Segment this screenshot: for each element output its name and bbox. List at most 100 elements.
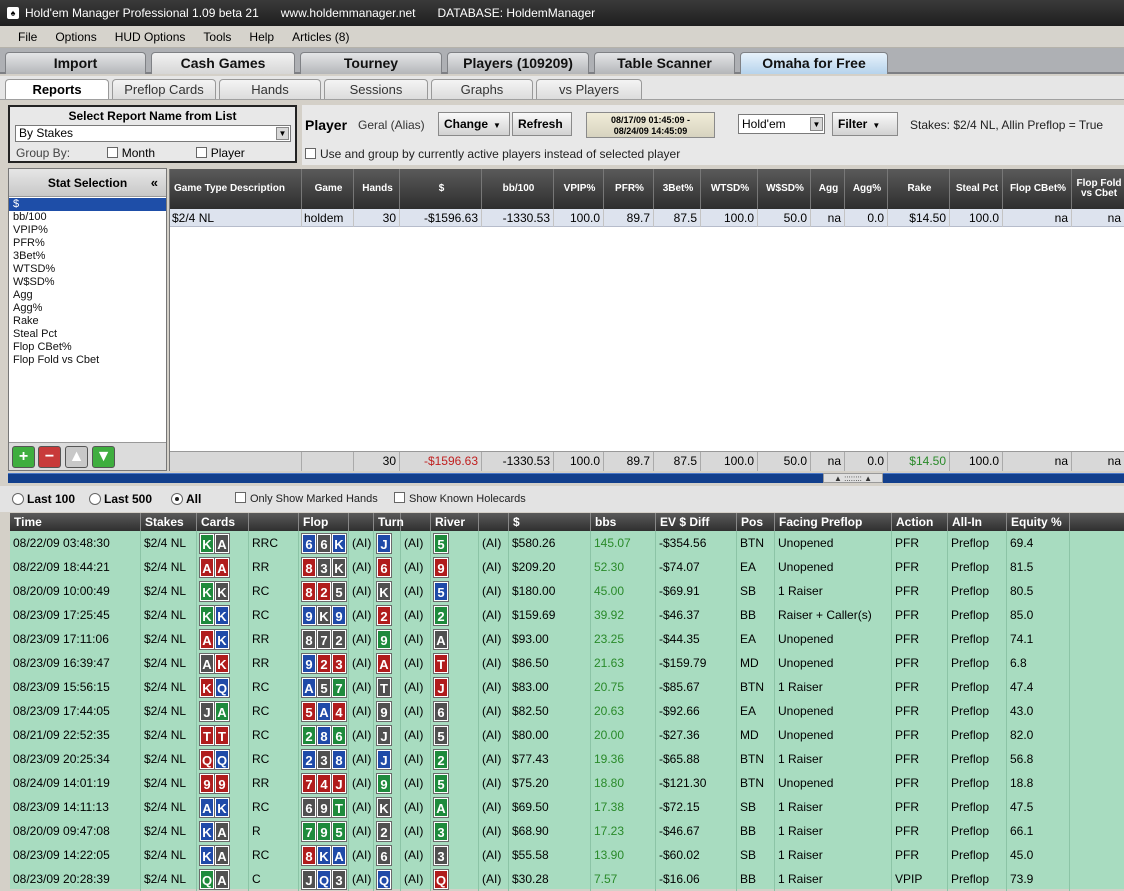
hands-col-ev-diff[interactable]: EV $ Diff — [656, 513, 737, 531]
hands-col-flop[interactable]: Flop — [299, 513, 349, 531]
table-row[interactable]: 08/23/09 15:56:15 $2/4 NL K Q RC A 5 7 (AI) T (AI)… — [10, 675, 1124, 699]
last-100-option[interactable]: Last 100 — [12, 492, 75, 506]
hands-col-action[interactable]: Action — [892, 513, 948, 531]
use-active-players-checkbox[interactable] — [305, 148, 316, 159]
table-row[interactable]: 08/23/09 17:11:06 $2/4 NL A K RR 8 7 2 (AI) 9 (AI)… — [10, 627, 1124, 651]
tab-sessions[interactable]: Sessions — [324, 79, 428, 99]
menu-options[interactable]: Options — [46, 30, 105, 44]
stat-item-steal-pct[interactable]: Steal Pct — [9, 328, 166, 341]
refresh-button[interactable]: Refresh — [512, 112, 572, 136]
report-col-hands[interactable]: Hands — [354, 169, 400, 209]
report-col-flop-cbetpct[interactable]: Flop CBet% — [1003, 169, 1072, 209]
change-player-button[interactable]: Change ▼ — [438, 112, 510, 136]
report-col-aggpct[interactable]: Agg% — [845, 169, 888, 209]
hands-col-time[interactable]: Time — [10, 513, 141, 531]
tab-cash-games[interactable]: Cash Games — [151, 52, 295, 74]
hands-col-flop-allin[interactable] — [349, 513, 374, 531]
report-col-wdollarsdpct[interactable]: W$SD% — [758, 169, 811, 209]
splitter-grip-icon[interactable]: ▲ :::::::: ▲ — [823, 473, 883, 483]
report-col-vpippct[interactable]: VPIP% — [554, 169, 604, 209]
known-holecards-checkbox[interactable] — [394, 492, 405, 503]
stat-item-pfrpct[interactable]: PFR% — [9, 237, 166, 250]
hands-col-stakes[interactable]: Stakes — [141, 513, 197, 531]
table-row[interactable]: 08/22/09 03:48:30 $2/4 NL K A RRC 6 6 K (AI) J (AI… — [10, 531, 1124, 555]
move-up-icon[interactable]: ▲ — [65, 446, 88, 468]
hands-col-equity[interactable]: Equity % — [1007, 513, 1070, 531]
stat-item-vpippct[interactable]: VPIP% — [9, 224, 166, 237]
stat-item-rake[interactable]: Rake — [9, 315, 166, 328]
stat-item-dollar[interactable]: $ — [9, 198, 166, 211]
hands-col-river[interactable]: River — [431, 513, 479, 531]
hands-col-won[interactable]: $ — [509, 513, 591, 531]
hands-col-river-allin[interactable] — [479, 513, 509, 531]
report-col-dollar[interactable]: $ — [400, 169, 482, 209]
stat-item-wdollarsdpct[interactable]: W$SD% — [9, 276, 166, 289]
stat-item-flop-fold-vs-cbet[interactable]: Flop Fold vs Cbet — [9, 354, 166, 367]
tab-graphs[interactable]: Graphs — [431, 79, 533, 99]
report-name-dropdown[interactable]: By Stakes ▼ — [15, 125, 291, 142]
hands-col-all-in[interactable]: All-In — [948, 513, 1007, 531]
filter-button[interactable]: Filter ▼ — [832, 112, 898, 136]
tab-tourney[interactable]: Tourney — [300, 52, 442, 74]
report-col-steal-pct[interactable]: Steal Pct — [950, 169, 1003, 209]
chevron-down-icon[interactable]: ▼ — [810, 117, 823, 131]
group-player-checkbox[interactable] — [195, 147, 207, 158]
group-month-checkbox[interactable] — [106, 147, 118, 158]
tab-vs-players[interactable]: vs Players — [536, 79, 642, 99]
table-row[interactable]: 08/22/09 18:44:21 $2/4 NL A A RR 8 3 K (AI) 6 (AI)… — [10, 555, 1124, 579]
game-type-dropdown[interactable]: Hold'em ▼ — [738, 114, 825, 134]
hands-col-turn[interactable]: Turn — [374, 513, 404, 531]
report-col-pfrpct[interactable]: PFR% — [604, 169, 654, 209]
hands-col-facing-preflop[interactable]: Facing Preflop — [775, 513, 892, 531]
table-row[interactable]: 08/23/09 20:28:39 $2/4 NL Q A C J Q 3 (AI) Q (AI) Q… — [10, 867, 1124, 891]
report-col-3betpct[interactable]: 3Bet% — [654, 169, 701, 209]
date-range-button[interactable]: 08/17/09 01:45:09 - 08/24/09 14:45:09 — [586, 112, 715, 138]
menu-file[interactable]: File — [0, 30, 46, 44]
report-col-rake[interactable]: Rake — [888, 169, 950, 209]
stat-item-flop-cbetpct[interactable]: Flop CBet% — [9, 341, 166, 354]
marked-hands-checkbox[interactable] — [235, 492, 246, 503]
menu-tools[interactable]: Tools — [194, 30, 240, 44]
menu-articles[interactable]: Articles (8) — [283, 30, 358, 44]
menu-help[interactable]: Help — [240, 30, 283, 44]
stat-item-bb-100[interactable]: bb/100 — [9, 211, 166, 224]
remove-stat-icon[interactable]: − — [38, 446, 61, 468]
report-col-wtsdpct[interactable]: WTSD% — [701, 169, 758, 209]
all-radio[interactable] — [171, 493, 183, 505]
last-500-radio[interactable] — [89, 493, 101, 505]
table-row[interactable]: 08/21/09 22:52:35 $2/4 NL T T RC 2 8 6 (AI) J (AI)… — [10, 723, 1124, 747]
tab-omaha-for-free[interactable]: Omaha for Free — [740, 52, 888, 74]
hands-col-cards[interactable]: Cards — [197, 513, 249, 531]
tab-table-scanner[interactable]: Table Scanner — [594, 52, 735, 74]
report-col-flop-fold-vs-cbet[interactable]: Flop Fold vs Cbet — [1072, 169, 1124, 209]
all-option[interactable]: All — [171, 492, 201, 506]
tab-preflop-cards[interactable]: Preflop Cards — [112, 79, 216, 99]
chevron-down-icon[interactable]: ▼ — [276, 127, 289, 140]
table-row[interactable]: 08/23/09 16:39:47 $2/4 NL A K RR 9 2 3 (AI) A (AI)… — [10, 651, 1124, 675]
menu-hud-options[interactable]: HUD Options — [106, 30, 195, 44]
stat-item-agg[interactable]: Agg — [9, 289, 166, 302]
table-row[interactable]: 08/23/09 17:44:05 $2/4 NL J A RC 5 A 4 (AI) 9 (AI)… — [10, 699, 1124, 723]
last-100-radio[interactable] — [12, 493, 24, 505]
table-row[interactable]: 08/23/09 17:25:45 $2/4 NL K K RC 9 K 9 (AI) 2 (AI)… — [10, 603, 1124, 627]
table-row[interactable]: $2/4 NL holdem 30 -$1596.63 -1330.53 100.0 89.… — [170, 209, 1124, 227]
tab-import[interactable]: Import — [5, 52, 146, 74]
hands-col-turn-allin[interactable] — [401, 513, 431, 531]
stat-item-wtsdpct[interactable]: WTSD% — [9, 263, 166, 276]
collapse-icon[interactable]: « — [151, 169, 158, 197]
last-500-option[interactable]: Last 500 — [89, 492, 152, 506]
panel-splitter[interactable]: ▲ :::::::: ▲ — [8, 473, 1124, 483]
tab-reports[interactable]: Reports — [5, 79, 109, 99]
stat-item-3betpct[interactable]: 3Bet% — [9, 250, 166, 263]
table-row[interactable]: 08/23/09 20:25:34 $2/4 NL Q Q RC 2 3 8 (AI) J (AI)… — [10, 747, 1124, 771]
report-col-agg[interactable]: Agg — [811, 169, 845, 209]
stat-item-aggpct[interactable]: Agg% — [9, 302, 166, 315]
table-row[interactable]: 08/23/09 14:11:13 $2/4 NL A K RC 6 9 T (AI) K (AI)… — [10, 795, 1124, 819]
report-col-game[interactable]: Game — [302, 169, 354, 209]
move-down-icon[interactable]: ▼ — [92, 446, 115, 468]
table-row[interactable]: 08/20/09 09:47:08 $2/4 NL K A R 7 9 5 (AI) 2 (AI) 3… — [10, 819, 1124, 843]
table-row[interactable]: 08/24/09 14:01:19 $2/4 NL 9 9 RR 7 4 J (AI) 9 (AI)… — [10, 771, 1124, 795]
tab-hands[interactable]: Hands — [219, 79, 321, 99]
report-col-game-type-description[interactable]: Game Type Description — [170, 169, 302, 209]
hands-col-bbs[interactable]: bbs — [591, 513, 656, 531]
